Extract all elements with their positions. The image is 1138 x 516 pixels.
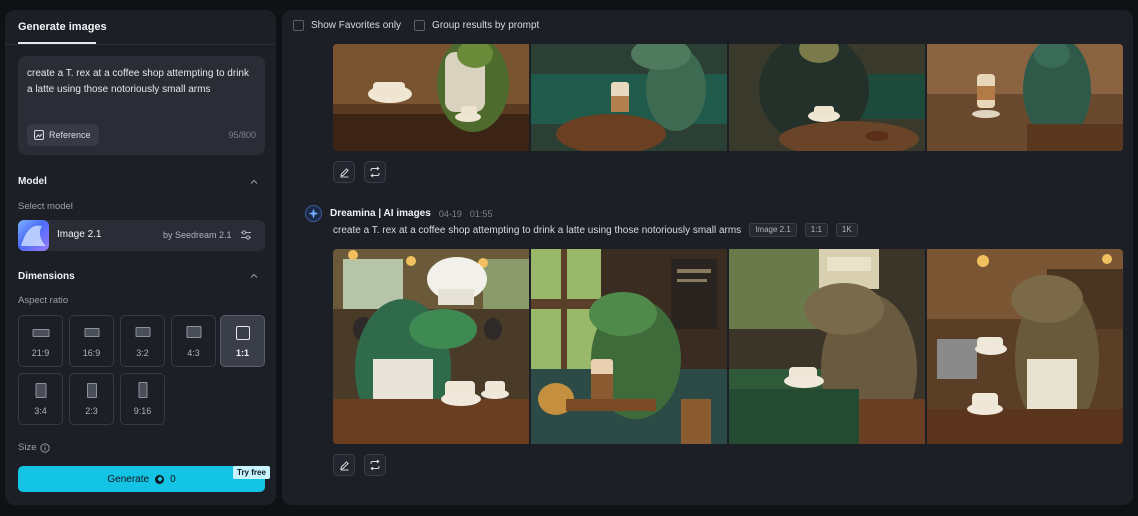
prompt-box[interactable]: create a T. rex at a coffee shop attempt… [18, 56, 265, 155]
filter-bar: Show Favorites only Group results by pro… [293, 20, 539, 31]
model-provider: by Seedream 2.1 [163, 230, 232, 240]
ratio-label: 9:16 [133, 406, 152, 416]
regenerate-button[interactable] [364, 161, 386, 183]
generation-date: 04-19 [438, 208, 462, 219]
pencil-icon [339, 460, 349, 470]
chevron-up-icon[interactable] [248, 270, 260, 282]
ratio-3-2[interactable]: 3:2 [120, 315, 165, 367]
favorites-filter[interactable]: Show Favorites only [293, 20, 401, 31]
generate-button[interactable]: Generate 0 [18, 466, 265, 492]
generate-label: Generate [107, 473, 150, 485]
info-icon[interactable] [40, 442, 51, 453]
generation-time: 01:55 [469, 208, 493, 219]
generation-header: Dreamina | AI images 04-19 01:55 [305, 205, 492, 222]
ratio-3-4-shape [35, 383, 46, 398]
generation-prompt-row: create a T. rex at a coffee shop attempt… [333, 223, 858, 237]
ratio-label: 21:9 [31, 348, 50, 358]
ratio-16-9[interactable]: 16:9 [69, 315, 114, 367]
generated-image[interactable] [927, 44, 1123, 151]
try-free-badge: Try free [233, 466, 270, 479]
generated-image[interactable] [333, 249, 529, 444]
reference-label: Reference [49, 130, 91, 140]
dreamina-logo-icon [305, 205, 322, 222]
pencil-icon [339, 167, 349, 177]
ratio-2-3[interactable]: 2:3 [69, 373, 114, 425]
image-row-previous [333, 44, 1123, 151]
select-model-label: Select model [18, 201, 73, 212]
aspect-ratio-label: Aspect ratio [18, 295, 69, 306]
ratio-label: 3:4 [34, 406, 47, 416]
left-panel: Generate images create a T. rex at a cof… [5, 10, 276, 505]
ratio-3-2-shape [135, 327, 150, 337]
repeat-icon [370, 166, 380, 178]
ratio-21-9-shape [32, 329, 49, 337]
edit-button[interactable] [333, 454, 355, 476]
ratio-9-16[interactable]: 9:16 [120, 373, 165, 425]
generated-image[interactable] [927, 249, 1123, 444]
tab-generate-images[interactable]: Generate images [18, 10, 107, 44]
favorites-label: Show Favorites only [311, 20, 402, 31]
generation-prompt[interactable]: create a T. rex at a coffee shop attempt… [333, 225, 741, 236]
image-reference-icon [34, 130, 44, 140]
ratio-label: 16:9 [82, 348, 101, 358]
model-section-title: Model [18, 176, 47, 187]
generated-image[interactable] [333, 44, 529, 151]
ratio-3-4[interactable]: 3:4 [18, 373, 63, 425]
dimensions-section-title: Dimensions [18, 271, 75, 282]
group-filter[interactable]: Group results by prompt [414, 20, 539, 31]
ratio-1-1[interactable]: 1:1 [220, 315, 265, 367]
generate-cost: 0 [170, 473, 176, 485]
sliders-icon[interactable] [240, 229, 252, 241]
generated-image[interactable] [531, 249, 727, 444]
prompt-input[interactable]: create a T. rex at a coffee shop attempt… [27, 66, 255, 98]
model-name: Image 2.1 [57, 229, 102, 240]
model-logo-icon [18, 220, 49, 251]
resolution-tag: 1K [835, 223, 858, 237]
ratio-2-3-shape [86, 383, 97, 398]
edit-button[interactable] [333, 161, 355, 183]
credit-icon [155, 474, 165, 484]
ratio-label: 4:3 [187, 348, 200, 358]
size-label: Size [18, 442, 37, 453]
ratio-label: 3:2 [136, 348, 149, 358]
generator-name: Dreamina | AI images [330, 208, 431, 219]
model-tag: Image 2.1 [749, 223, 797, 237]
ratio-9-16-shape [138, 382, 147, 398]
regenerate-button[interactable] [364, 454, 386, 476]
char-count: 95/800 [228, 130, 256, 140]
chevron-up-icon[interactable] [248, 176, 260, 188]
ratio-16-9-shape [84, 328, 99, 337]
ratio-4-3[interactable]: 4:3 [171, 315, 216, 367]
model-selector[interactable]: Image 2.1 by Seedream 2.1 [18, 220, 265, 251]
size-row: Size [18, 442, 51, 453]
generated-image[interactable] [729, 44, 925, 151]
ratio-tag: 1:1 [804, 223, 828, 237]
group-label: Group results by prompt [432, 20, 540, 31]
image-row-latest [333, 249, 1123, 444]
ratio-label: 1:1 [235, 348, 249, 358]
group-checkbox[interactable] [414, 20, 426, 31]
results-panel: Show Favorites only Group results by pro… [282, 10, 1133, 505]
ratio-1-1-shape [235, 326, 250, 340]
repeat-icon [370, 459, 380, 471]
generated-image[interactable] [531, 44, 727, 151]
favorites-checkbox[interactable] [293, 20, 304, 31]
ratio-21-9[interactable]: 21:9 [18, 315, 63, 367]
generated-image[interactable] [729, 249, 925, 444]
tab-divider [5, 44, 276, 45]
ratio-4-3-shape [186, 326, 201, 338]
reference-button[interactable]: Reference [27, 124, 99, 146]
ratio-label: 2:3 [85, 406, 98, 416]
